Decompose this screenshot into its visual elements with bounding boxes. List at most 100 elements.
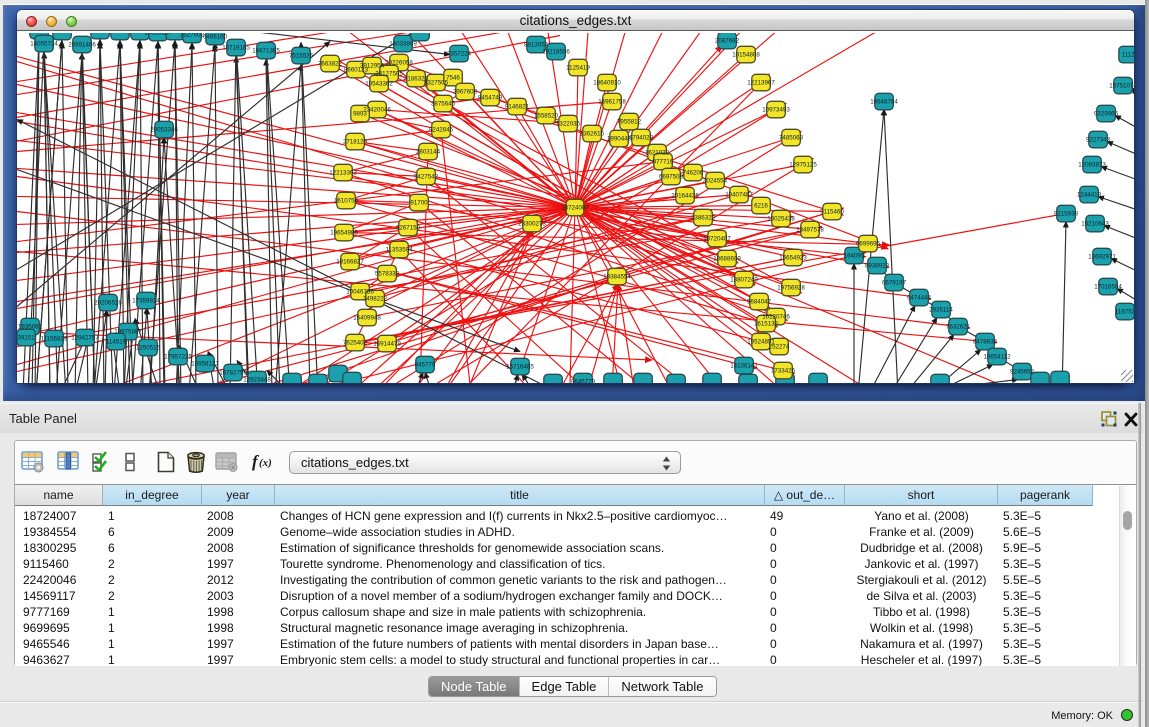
- svg-text:1362615: 1362615: [580, 131, 605, 138]
- svg-text:13497578: 13497578: [796, 227, 824, 234]
- svg-text:16033809: 16033809: [389, 41, 417, 48]
- svg-text:2718129: 2718129: [343, 139, 368, 146]
- svg-text:3912954: 3912954: [360, 63, 385, 70]
- svg-text:977716: 977716: [653, 159, 674, 166]
- svg-text:10046786: 10046786: [346, 289, 374, 296]
- svg-text:16782759: 16782759: [219, 370, 247, 377]
- svg-text:9327505: 9327505: [424, 80, 449, 87]
- svg-text:7546: 7546: [446, 75, 460, 82]
- svg-text:164095: 164095: [844, 253, 865, 260]
- svg-text:16654923: 16654923: [779, 255, 807, 262]
- svg-text:3024554: 3024554: [703, 178, 728, 185]
- svg-text:1322035: 1322035: [556, 121, 581, 128]
- svg-text:1935061: 1935061: [18, 324, 43, 331]
- svg-text:7485063: 7485063: [779, 135, 804, 142]
- svg-text:19166827: 19166827: [336, 259, 364, 266]
- svg-text:1527602: 1527602: [180, 33, 205, 39]
- svg-text:116753: 116753: [1115, 309, 1134, 316]
- svg-text:9227343: 9227343: [1086, 137, 1111, 144]
- svg-text:7663822: 7663822: [318, 61, 343, 68]
- svg-text:10210643: 10210643: [1081, 221, 1109, 228]
- svg-text:7955812: 7955812: [617, 119, 642, 126]
- svg-text:9215938: 9215938: [1054, 211, 1079, 218]
- svg-text:16409948: 16409948: [353, 315, 381, 322]
- svg-text:1733426: 1733426: [771, 368, 796, 375]
- svg-text:252274: 252274: [769, 344, 790, 351]
- svg-text:7632621: 7632621: [946, 324, 971, 331]
- svg-text:8813054: 8813054: [524, 42, 549, 49]
- svg-text:2087682: 2087682: [715, 38, 740, 45]
- svg-text:19975887: 19975887: [114, 329, 142, 336]
- svg-text:2386322: 2386322: [691, 215, 716, 222]
- svg-text:3267150: 3267150: [396, 225, 421, 232]
- svg-text:10654112: 10654112: [983, 354, 1011, 361]
- svg-text:23300273: 23300273: [518, 221, 546, 228]
- svg-text:12975125: 12975125: [789, 162, 817, 169]
- svg-text:8478636: 8478636: [973, 339, 998, 346]
- svg-text:6697508: 6697508: [659, 174, 684, 181]
- svg-text:2967608: 2967608: [453, 89, 478, 96]
- svg-text:17016504: 17016504: [1094, 284, 1122, 291]
- svg-text:8454749: 8454749: [478, 95, 503, 102]
- svg-text:10407487: 10407487: [725, 192, 753, 199]
- svg-text:10653267: 10653267: [144, 33, 172, 37]
- svg-text:1615132: 1615132: [754, 321, 779, 328]
- svg-text:12213967: 12213967: [747, 80, 775, 87]
- svg-text:7625402: 7625402: [343, 340, 368, 347]
- svg-text:39151: 39151: [17, 335, 35, 342]
- svg-text:7515526: 7515526: [289, 53, 314, 60]
- svg-text:16648784: 16648784: [870, 99, 898, 106]
- svg-text:(x): (x): [259, 457, 272, 469]
- svg-text:20164436: 20164436: [671, 193, 699, 200]
- svg-text:6466160: 6466160: [203, 34, 228, 41]
- svg-text:1621022: 1621022: [645, 150, 670, 157]
- svg-text:18640910: 18640910: [593, 80, 621, 87]
- svg-text:14055724: 14055724: [30, 41, 58, 48]
- svg-text:23127505: 23127505: [375, 71, 403, 78]
- svg-text:10719185: 10719185: [222, 45, 250, 52]
- svg-text:18724007: 18724007: [561, 205, 589, 212]
- svg-text:17957225: 17957225: [164, 354, 192, 361]
- svg-text:1990448: 1990448: [607, 136, 632, 143]
- svg-text:18720407: 18720407: [703, 236, 731, 243]
- svg-text:1610756: 1610756: [334, 198, 359, 205]
- svg-text:3875645: 3875645: [431, 101, 456, 108]
- svg-text:5578332: 5578332: [375, 271, 400, 278]
- svg-text:1250515: 1250515: [136, 345, 161, 352]
- svg-text:13692971: 13692971: [1088, 254, 1116, 261]
- svg-text:14136141: 14136141: [730, 363, 758, 370]
- svg-text:10025438: 10025438: [767, 216, 795, 223]
- svg-text:12942757: 12942757: [71, 335, 99, 342]
- svg-text:6794028: 6794028: [629, 135, 654, 142]
- svg-text:746206: 746206: [683, 170, 704, 177]
- svg-text:12923448: 12923448: [243, 377, 271, 383]
- svg-text:9474444: 9474444: [907, 295, 932, 302]
- svg-text:19218506: 19218506: [542, 49, 570, 56]
- svg-text:10958127: 10958127: [191, 361, 219, 368]
- svg-text:20053346: 20053346: [150, 127, 178, 134]
- svg-text:9329966: 9329966: [1094, 111, 1119, 118]
- svg-text:12213363: 12213363: [329, 170, 357, 177]
- svg-text:1112: 1112: [1122, 52, 1134, 59]
- svg-text:11353594: 11353594: [385, 247, 413, 254]
- svg-text:9115460: 9115460: [820, 209, 844, 216]
- svg-text:9893: 9893: [353, 111, 367, 118]
- svg-text:9699695: 9699695: [856, 241, 881, 248]
- svg-text:10973493: 10973493: [762, 107, 790, 114]
- svg-text:945779: 945779: [415, 362, 436, 369]
- svg-text:7357224: 7357224: [447, 51, 472, 58]
- svg-text:6679197: 6679197: [882, 280, 907, 287]
- svg-text:9242845: 9242845: [429, 127, 454, 134]
- svg-text:20206526: 20206526: [94, 300, 122, 307]
- svg-text:17359924: 17359924: [132, 298, 160, 305]
- svg-text:10154808: 10154808: [732, 52, 760, 59]
- svg-text:114519: 114519: [106, 339, 127, 346]
- svg-text:10543362: 10543362: [365, 81, 393, 88]
- svg-text:16961758: 16961758: [598, 99, 626, 106]
- svg-text:23420046: 23420046: [363, 107, 391, 114]
- svg-text:2935114: 2935114: [929, 307, 953, 314]
- svg-text:11156829: 11156829: [41, 336, 68, 343]
- svg-text:3498222: 3498222: [363, 296, 388, 303]
- svg-text:9245652: 9245652: [1010, 369, 1035, 376]
- svg-text:91700: 91700: [410, 200, 428, 207]
